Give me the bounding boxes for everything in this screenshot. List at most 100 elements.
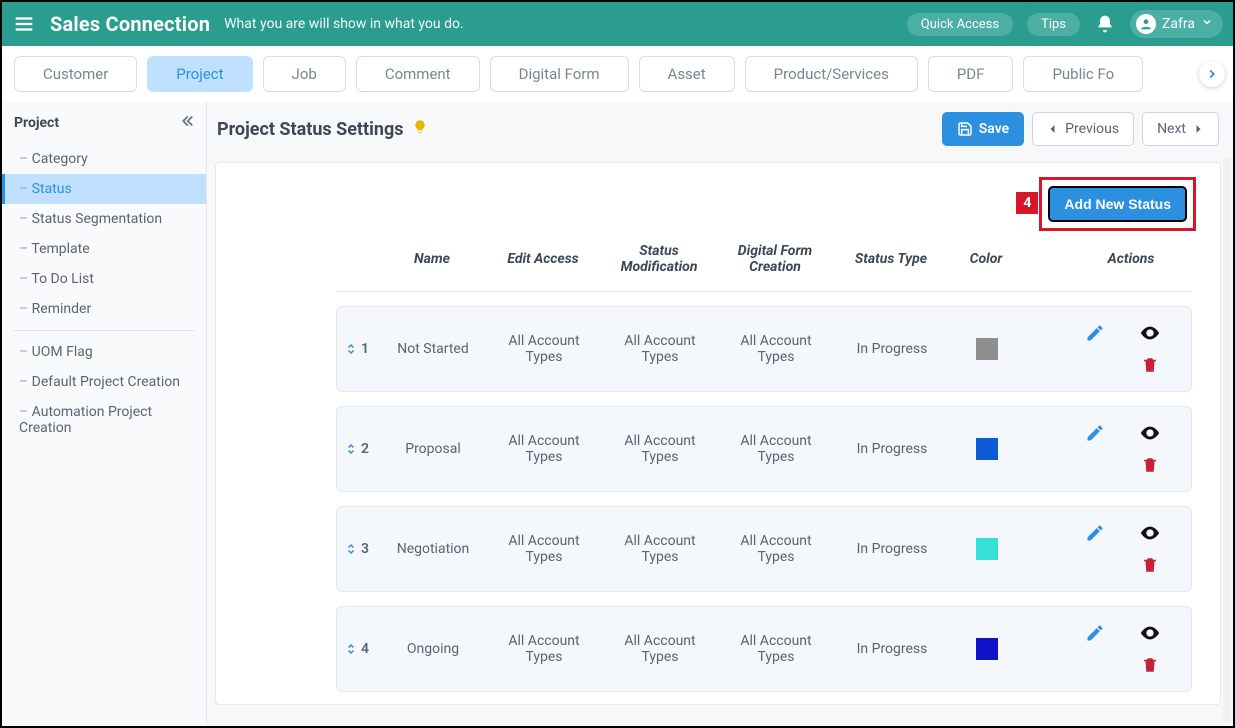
sidebar-group-1: CategoryStatusStatus SegmentationTemplat… [2, 144, 206, 324]
sidebar-item-status[interactable]: Status [2, 174, 206, 204]
settings-sheet: 4 Add New Status Name Edit Access Status… [215, 162, 1221, 705]
table-row: 2 Proposal All Account Types All Account… [336, 406, 1192, 492]
col-status-mod: Status Modification [604, 243, 714, 275]
row-actions [1067, 422, 1177, 476]
delete-icon[interactable] [1122, 354, 1177, 376]
row-name: Ongoing [383, 641, 483, 657]
previous-button[interactable]: Previous [1032, 112, 1134, 146]
menu-icon[interactable] [12, 12, 36, 36]
row-color [953, 638, 1021, 660]
view-icon[interactable] [1122, 522, 1177, 544]
tab-project[interactable]: Project [147, 56, 252, 92]
row-actions [1067, 322, 1177, 376]
add-new-status-button[interactable]: Add New Status [1048, 186, 1187, 222]
next-button[interactable]: Next [1142, 112, 1219, 146]
sidebar-item-to-do-list[interactable]: To Do List [2, 264, 206, 294]
delete-icon[interactable] [1122, 454, 1177, 476]
previous-label: Previous [1065, 121, 1119, 137]
sidebar-item-default-project-creation[interactable]: Default Project Creation [2, 367, 206, 397]
row-color [953, 438, 1021, 460]
sidebar-item-automation-project-creation[interactable]: Automation Project Creation [2, 397, 206, 443]
save-button[interactable]: Save [942, 112, 1024, 146]
sidebar-group-2: UOM FlagDefault Project CreationAutomati… [2, 337, 206, 443]
sidebar-item-reminder[interactable]: Reminder [2, 294, 206, 324]
user-name: Zafra [1162, 16, 1195, 32]
row-status-mod: All Account Types [605, 633, 715, 665]
quick-access-button[interactable]: Quick Access [907, 13, 1013, 36]
brand-title: Sales Connection [50, 12, 210, 36]
edit-icon[interactable] [1067, 522, 1122, 544]
row-sort-handle[interactable]: 2 [337, 441, 377, 457]
table-row: 1 Not Started All Account Types All Acco… [336, 306, 1192, 392]
user-menu[interactable]: Zafra [1130, 10, 1223, 38]
edit-icon[interactable] [1067, 322, 1122, 344]
row-actions [1067, 522, 1177, 576]
row-name: Negotiation [383, 541, 483, 557]
col-color: Color [952, 251, 1020, 267]
sidebar-item-category[interactable]: Category [2, 144, 206, 174]
row-index: 1 [361, 341, 369, 357]
row-name: Proposal [383, 441, 483, 457]
row-status-mod: All Account Types [605, 533, 715, 565]
tab-digital-form[interactable]: Digital Form [490, 56, 629, 92]
col-digital-form: Digital Form Creation [720, 243, 830, 275]
row-sort-handle[interactable]: 4 [337, 641, 377, 657]
row-color [953, 538, 1021, 560]
row-status-mod: All Account Types [605, 333, 715, 365]
row-edit-access: All Account Types [489, 533, 599, 565]
view-icon[interactable] [1122, 622, 1177, 644]
notifications-icon[interactable] [1094, 13, 1116, 35]
tab-strip: Customer Project Job Comment Digital Form Ass… [2, 46, 1233, 102]
hint-icon[interactable] [412, 119, 428, 139]
col-name: Name [382, 251, 482, 267]
tips-button[interactable]: Tips [1027, 13, 1080, 36]
row-digital-form: All Account Types [721, 533, 831, 565]
view-icon[interactable] [1122, 322, 1177, 344]
sidebar-item-template[interactable]: Template [2, 234, 206, 264]
sidebar-title: Project [14, 115, 59, 131]
edit-icon[interactable] [1067, 622, 1122, 644]
row-status-type: In Progress [837, 541, 947, 557]
chevron-down-icon [1201, 16, 1213, 32]
scrollbar[interactable] [1223, 158, 1231, 722]
row-index: 3 [361, 541, 369, 557]
sidebar-item-uom-flag[interactable]: UOM Flag [2, 337, 206, 367]
tab-pdf[interactable]: PDF [928, 56, 1014, 92]
row-sort-handle[interactable]: 3 [337, 541, 377, 557]
row-index: 4 [361, 641, 369, 657]
status-table: Name Edit Access Status Modification Dig… [336, 239, 1192, 692]
row-status-type: In Progress [837, 641, 947, 657]
row-digital-form: All Account Types [721, 633, 831, 665]
row-edit-access: All Account Types [489, 633, 599, 665]
col-status-type: Status Type [836, 251, 946, 267]
view-icon[interactable] [1122, 422, 1177, 444]
col-actions: Actions [1026, 251, 1233, 267]
row-name: Not Started [383, 341, 483, 357]
tab-job[interactable]: Job [263, 56, 346, 92]
delete-icon[interactable] [1122, 554, 1177, 576]
tabs-scroll-right[interactable] [1199, 61, 1225, 87]
tagline: What you are will show in what you do. [224, 16, 464, 32]
sidebar-divider [14, 330, 194, 331]
content-area: Project Status Settings Save Previous Ne… [207, 102, 1233, 726]
tab-public-fo[interactable]: Public Fo [1023, 56, 1143, 92]
delete-icon[interactable] [1122, 654, 1177, 676]
table-row: 4 Ongoing All Account Types All Account … [336, 606, 1192, 692]
row-edit-access: All Account Types [489, 333, 599, 365]
tab-comment[interactable]: Comment [356, 56, 480, 92]
next-label: Next [1157, 121, 1186, 137]
callout-number: 4 [1016, 192, 1038, 214]
tab-customer[interactable]: Customer [14, 56, 137, 92]
col-edit-access: Edit Access [488, 251, 598, 267]
edit-icon[interactable] [1067, 422, 1122, 444]
sidebar-item-status-segmentation[interactable]: Status Segmentation [2, 204, 206, 234]
row-actions [1067, 622, 1177, 676]
page-title: Project Status Settings [217, 119, 404, 140]
row-sort-handle[interactable]: 1 [337, 341, 377, 357]
tab-product-services[interactable]: Product/Services [745, 56, 918, 92]
sidebar-collapse-icon[interactable] [178, 112, 196, 134]
table-row: 3 Negotiation All Account Types All Acco… [336, 506, 1192, 592]
table-header: Name Edit Access Status Modification Dig… [336, 239, 1192, 292]
row-status-type: In Progress [837, 341, 947, 357]
tab-asset[interactable]: Asset [639, 56, 735, 92]
